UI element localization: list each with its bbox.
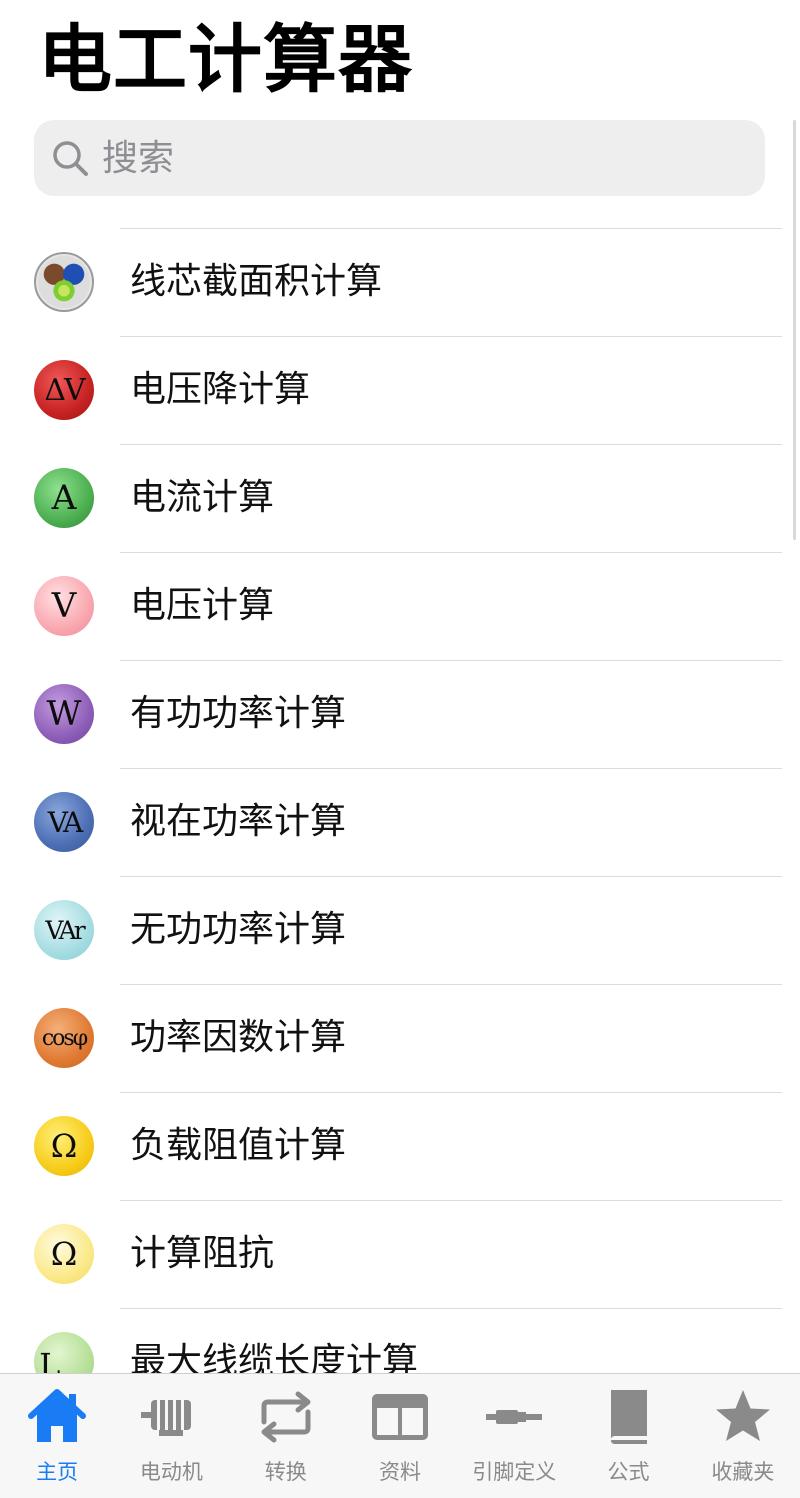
- wire-cross-section-icon: [34, 252, 94, 312]
- reactive-power-icon: VAr: [34, 900, 94, 960]
- app-root: 电工计算器 线芯截面积计算 ΔV: [0, 0, 800, 1498]
- divider: [120, 768, 782, 769]
- tab-home[interactable]: 主页: [0, 1374, 114, 1498]
- list-item-voltage[interactable]: V 电压计算: [0, 552, 800, 660]
- tab-bar: 主页 电动机 转换 资料 引脚定义 公式 收藏夹: [0, 1373, 800, 1498]
- tab-favorites[interactable]: 收藏夹: [686, 1374, 800, 1498]
- icon-glyph: Ω: [50, 1127, 78, 1165]
- list-item-apparent-power[interactable]: VA 视在功率计算: [0, 768, 800, 876]
- icon-glyph: A: [51, 478, 77, 518]
- icon-glyph: cosφ: [41, 1025, 88, 1051]
- list-item-active-power[interactable]: W 有功功率计算: [0, 660, 800, 768]
- divider: [120, 1092, 782, 1093]
- list-item-label: 线芯截面积计算: [130, 261, 383, 302]
- list-item-label: 电压降计算: [130, 369, 311, 410]
- tab-label: 主页: [36, 1460, 79, 1484]
- list-item-voltage-drop[interactable]: ΔV 电压降计算: [0, 336, 800, 444]
- divider: [120, 552, 782, 553]
- list-item-label: 有功功率计算: [130, 693, 347, 734]
- tab-convert[interactable]: 转换: [229, 1374, 343, 1498]
- list-item-current[interactable]: A 电流计算: [0, 444, 800, 552]
- list-item-label: 负载阻值计算: [130, 1125, 347, 1166]
- page-title: 电工计算器: [38, 17, 413, 103]
- max-cable-length-icon: Lmax: [34, 1332, 94, 1373]
- divider: [120, 336, 782, 337]
- search-bar[interactable]: [34, 120, 765, 196]
- divider: [120, 660, 782, 661]
- tab-motor[interactable]: 电动机: [114, 1374, 228, 1498]
- power-factor-icon: cosφ: [34, 1008, 94, 1068]
- tab-label: 公式: [607, 1460, 650, 1484]
- list-item-label: 视在功率计算: [130, 801, 347, 842]
- current-icon: A: [34, 468, 94, 528]
- tab-reference[interactable]: 资料: [343, 1374, 457, 1498]
- tab-label: 引脚定义: [472, 1460, 557, 1484]
- search-icon: [53, 141, 88, 176]
- icon-glyph: VA: [47, 805, 84, 839]
- divider: [120, 228, 782, 229]
- pinout-icon: [486, 1410, 543, 1424]
- list-item-label: 最大线缆长度计算: [130, 1341, 419, 1373]
- convert-icon: [261, 1391, 311, 1443]
- list-item-label: 电压计算: [130, 585, 275, 626]
- active-power-icon: W: [34, 684, 94, 744]
- tab-label: 收藏夹: [711, 1460, 775, 1484]
- icon-glyph: L: [39, 1346, 61, 1373]
- list-item-power-factor[interactable]: cosφ 功率因数计算: [0, 984, 800, 1092]
- apparent-power-icon: VA: [34, 792, 94, 852]
- tab-formula[interactable]: 公式: [571, 1374, 685, 1498]
- icon-glyph: ΔV: [44, 372, 85, 408]
- tab-label: 资料: [378, 1460, 421, 1484]
- divider: [120, 444, 782, 445]
- voltage-drop-icon: ΔV: [34, 360, 94, 420]
- icon-glyph: W: [46, 694, 82, 734]
- reference-icon: [371, 1394, 428, 1440]
- favorites-star-icon: [715, 1390, 770, 1441]
- divider: [120, 1200, 782, 1201]
- impedance-icon: Ω: [34, 1224, 94, 1284]
- list-item-wire-cross-section[interactable]: 线芯截面积计算: [0, 228, 800, 336]
- list-item-label: 计算阻抗: [130, 1233, 275, 1274]
- voltage-icon: V: [34, 576, 94, 636]
- calculator-list: 线芯截面积计算 ΔV 电压降计算 A 电流计算 V 电压计算 W 有功功率计算 …: [0, 228, 800, 1373]
- motor-icon: [141, 1400, 192, 1436]
- tab-label: 电动机: [139, 1460, 203, 1484]
- divider: [120, 984, 782, 985]
- list-item-reactive-power[interactable]: VAr 无功功率计算: [0, 876, 800, 984]
- list-item-label: 无功功率计算: [130, 909, 347, 950]
- list-item-label: 电流计算: [130, 477, 275, 518]
- icon-glyph: V: [51, 586, 77, 626]
- divider: [120, 1308, 782, 1309]
- search-input[interactable]: [100, 136, 700, 180]
- list-item-max-cable-length[interactable]: Lmax 最大线缆长度计算: [0, 1308, 800, 1373]
- list-item-load-resistance[interactable]: Ω 负载阻值计算: [0, 1092, 800, 1200]
- tab-label: 转换: [264, 1460, 307, 1484]
- list-item-label: 功率因数计算: [130, 1017, 347, 1058]
- home-icon: [28, 1389, 87, 1442]
- icon-glyph: VAr: [45, 915, 85, 945]
- list-item-impedance[interactable]: Ω 计算阻抗: [0, 1200, 800, 1308]
- divider: [120, 876, 782, 877]
- load-resistance-icon: Ω: [34, 1116, 94, 1176]
- icon-glyph: Ω: [50, 1235, 78, 1273]
- tab-pinout[interactable]: 引脚定义: [457, 1374, 571, 1498]
- formula-book-icon: [610, 1390, 647, 1444]
